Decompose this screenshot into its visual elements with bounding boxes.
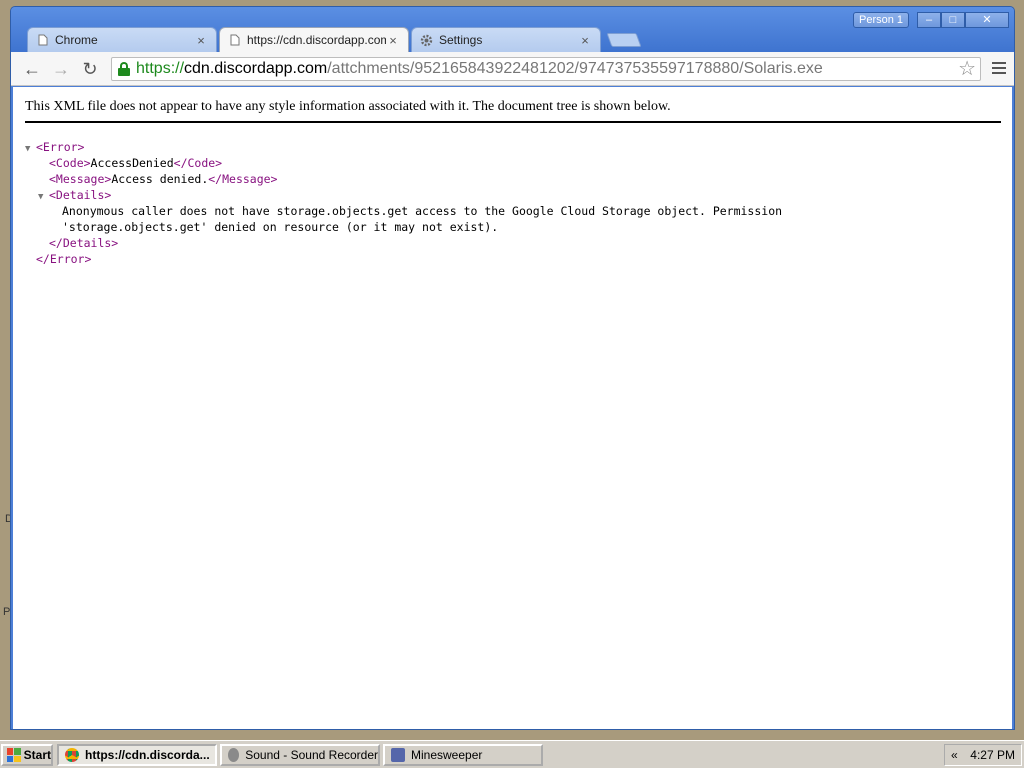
- taskbar-item-chrome[interactable]: https://cdn.discorda...: [57, 744, 217, 766]
- close-icon[interactable]: ×: [578, 33, 592, 48]
- url-path: /attchments/952165843922481202/974737535…: [327, 60, 823, 77]
- minimize-button[interactable]: –: [917, 12, 941, 28]
- bookmark-star-icon[interactable]: ☆: [958, 59, 976, 79]
- profile-button[interactable]: Person 1: [853, 12, 909, 28]
- gear-icon: [420, 34, 433, 47]
- collapse-triangle-icon[interactable]: ▼: [38, 189, 49, 205]
- tab-label: Chrome: [55, 33, 98, 47]
- reload-button[interactable]: ↻: [79, 59, 101, 79]
- xml-details-close: </Details>: [49, 236, 119, 250]
- collapse-triangle-icon[interactable]: ▼: [25, 141, 36, 157]
- start-button[interactable]: Start: [1, 744, 53, 766]
- xml-error-open[interactable]: ▼ <Error>: [25, 139, 782, 155]
- chrome-icon: [65, 748, 79, 762]
- url-host: cdn.discordapp.com: [184, 60, 328, 77]
- tab-discord-cdn[interactable]: https://cdn.discordapp.com/ ×: [219, 27, 409, 52]
- mine-icon: [391, 748, 405, 762]
- xml-error-close: </Error>: [36, 252, 92, 266]
- tab-chrome[interactable]: Chrome ×: [27, 27, 217, 52]
- tab-label: https://cdn.discordapp.com/: [247, 33, 386, 47]
- xml-message-line: <Message>Access denied.</Message>: [49, 172, 278, 186]
- start-label: Start: [23, 748, 51, 762]
- page-icon: [36, 34, 49, 47]
- clock[interactable]: 4:27 PM: [970, 748, 1015, 762]
- xml-details-open[interactable]: ▼ <Details>: [25, 187, 782, 203]
- title-bar[interactable]: Chrome × https://cdn.discordapp.com/ × S…: [11, 7, 1014, 53]
- maximize-button[interactable]: □: [941, 12, 965, 28]
- page-content: This XML file does not appear to have an…: [13, 87, 1012, 729]
- browser-toolbar: ← → ↻ https://cdn.discordapp.com/attchme…: [11, 52, 1014, 86]
- taskbar-item-label: Sound - Sound Recorder: [245, 748, 378, 762]
- forward-button[interactable]: →: [50, 59, 72, 79]
- microphone-icon: [228, 748, 240, 762]
- xml-style-notice: This XML file does not appear to have an…: [25, 99, 1001, 123]
- taskbar-item-minesweeper[interactable]: Minesweeper: [383, 744, 543, 766]
- menu-icon[interactable]: [992, 62, 1006, 76]
- xml-code-line: <Code>AccessDenied</Code>: [49, 156, 223, 170]
- page-icon: [228, 34, 241, 47]
- tab-settings[interactable]: Settings ×: [411, 27, 601, 52]
- taskbar: Start https://cdn.discorda... Sound - So…: [0, 740, 1024, 768]
- xml-tree: ▼ <Error> <Code>AccessDenied</Code> <Mess…: [25, 139, 782, 267]
- tab-label: Settings: [439, 33, 483, 47]
- windows-logo-icon: [7, 748, 21, 762]
- system-tray: « 4:27 PM: [944, 744, 1022, 766]
- xml-details-text: Anonymous caller does not have storage.o…: [62, 204, 783, 218]
- taskbar-item-sound-recorder[interactable]: Sound - Sound Recorder: [220, 744, 380, 766]
- lock-icon: [118, 62, 130, 76]
- browser-window: Chrome × https://cdn.discordapp.com/ × S…: [10, 6, 1015, 730]
- url-scheme: https://: [136, 60, 185, 77]
- back-button[interactable]: ←: [21, 59, 43, 79]
- xml-details-text: 'storage.objects.get' denied on resource…: [62, 220, 499, 234]
- close-icon[interactable]: ×: [386, 33, 400, 48]
- new-tab-button[interactable]: [606, 33, 642, 47]
- close-window-button[interactable]: ✕: [965, 12, 1009, 28]
- tray-expand-button[interactable]: «: [951, 748, 958, 762]
- close-icon[interactable]: ×: [194, 33, 208, 48]
- taskbar-item-label: https://cdn.discorda...: [85, 748, 210, 762]
- taskbar-item-label: Minesweeper: [411, 748, 483, 762]
- address-bar[interactable]: https://cdn.discordapp.com/attchments/95…: [111, 57, 981, 81]
